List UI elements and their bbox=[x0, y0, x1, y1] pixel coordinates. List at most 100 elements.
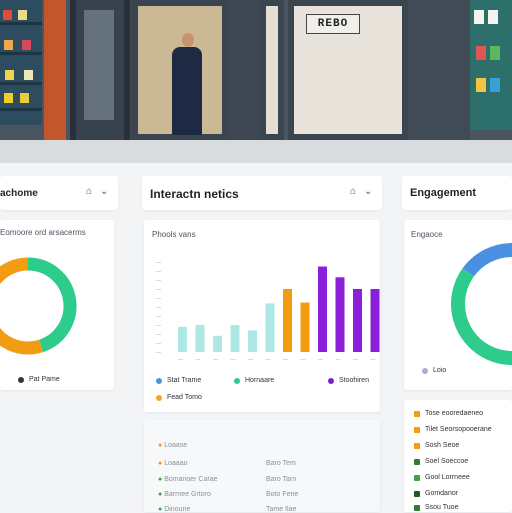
left-chart-card: Eomoore ord arsacerms Pat Pame bbox=[0, 220, 114, 390]
x-tick-label: — bbox=[196, 357, 201, 363]
list-item-label: Loaaao bbox=[164, 460, 188, 467]
bar-2[interactable] bbox=[195, 325, 205, 352]
x-tick-label: — bbox=[283, 357, 288, 363]
list-item-value: Baro Tem bbox=[266, 460, 296, 467]
y-tick-label: — bbox=[156, 278, 161, 284]
left-legend-item: Pat Pame bbox=[18, 376, 60, 383]
bar-5[interactable] bbox=[248, 330, 257, 352]
legend-swatch bbox=[156, 377, 162, 384]
x-tick-label: — bbox=[336, 357, 341, 363]
y-tick-label: — bbox=[156, 296, 161, 302]
bar-11[interactable] bbox=[353, 289, 362, 352]
list-item[interactable]: ● Bomanoer Carae bbox=[158, 476, 218, 483]
y-tick-label: — bbox=[156, 323, 161, 329]
donut-slice-orange[interactable] bbox=[0, 257, 43, 355]
center-chart-card: Phools vans — — — — — — — — — — — — — — — — — — — — — — — Stat… bbox=[144, 220, 380, 412]
storefront-photo: REBO bbox=[0, 0, 512, 163]
left-panel-title: achome bbox=[0, 188, 38, 199]
center-legend-item: Fead Tomo bbox=[156, 394, 202, 401]
legend-label: Pat Pame bbox=[29, 376, 60, 383]
legend-swatch bbox=[18, 376, 24, 383]
list-item-value: Boto Fene bbox=[266, 491, 299, 498]
right-panel-title: Engagement bbox=[410, 187, 477, 199]
person bbox=[182, 33, 194, 47]
list-item[interactable]: ● Loaase bbox=[158, 442, 187, 449]
list-item-label: Tilet Seorsopooerane bbox=[425, 426, 492, 433]
brick-column bbox=[44, 0, 66, 150]
legend-swatch bbox=[234, 377, 240, 384]
shop-sign: REBO bbox=[306, 14, 360, 34]
list-item-label: Barrnee Grtoro bbox=[164, 491, 211, 498]
y-tick-label: — bbox=[156, 332, 161, 338]
list-item[interactable]: Gool Lorrneee bbox=[414, 474, 470, 481]
list-item-label: Bomanoer Carae bbox=[164, 476, 218, 483]
list-item[interactable]: Tose eooredaeneo bbox=[414, 410, 483, 417]
right-panel-header: Engagement bbox=[402, 176, 512, 210]
center-panel-title: Interactn netics bbox=[150, 187, 239, 201]
list-item[interactable]: Ssou Tuoe bbox=[414, 504, 458, 511]
bar-4[interactable] bbox=[230, 325, 240, 352]
y-tick-label: — bbox=[156, 269, 161, 275]
y-tick-label: — bbox=[156, 305, 161, 311]
bar-9[interactable] bbox=[318, 266, 327, 353]
right-list: Tose eooredaeneo Tilet Seorsopooerane So… bbox=[404, 400, 512, 512]
list-item-label: Gomdanor bbox=[425, 490, 459, 497]
center-legend-item: Stoohiren bbox=[328, 377, 369, 384]
x-tick-label: — bbox=[301, 357, 306, 363]
list-item[interactable]: ● Loaaao bbox=[158, 460, 188, 467]
right-chart-title: Engaoce bbox=[411, 230, 443, 239]
bar-8[interactable] bbox=[300, 302, 310, 353]
legend-label: Stat Trame bbox=[167, 377, 202, 384]
legend-swatch bbox=[422, 367, 428, 374]
donut-slice-green[interactable] bbox=[27, 257, 77, 353]
x-tick-label: — bbox=[178, 357, 183, 363]
center-list: ● Loaase ● Loaaao Baro Tem ● Bomanoer Ca… bbox=[144, 420, 380, 513]
y-tick-label: — bbox=[156, 314, 161, 320]
bar-6[interactable] bbox=[265, 303, 275, 352]
bar-1[interactable] bbox=[178, 326, 187, 352]
x-tick-label: — bbox=[353, 357, 358, 363]
legend-label: Stoohiren bbox=[339, 377, 369, 384]
list-item[interactable]: ● Barrnee Grtoro bbox=[158, 491, 211, 498]
right-chart-card: Engaoce Loio bbox=[404, 220, 512, 390]
y-tick-label: — bbox=[156, 260, 161, 266]
y-tick-label: — bbox=[156, 341, 161, 347]
list-item[interactable]: Soel Soeccoe bbox=[414, 458, 468, 465]
pin-icon[interactable]: ⌂ bbox=[350, 186, 356, 197]
chevron-down-icon[interactable]: ⌄ bbox=[100, 186, 108, 197]
sidewalk bbox=[0, 140, 512, 163]
list-item[interactable]: Tilet Seorsopooerane bbox=[414, 426, 492, 433]
y-tick-label: — bbox=[156, 350, 161, 356]
x-tick-label: — bbox=[371, 357, 376, 363]
x-tick-label: — bbox=[231, 357, 236, 363]
list-item-value: Baro Tarn bbox=[266, 476, 297, 483]
list-item[interactable]: Gomdanor bbox=[414, 490, 458, 497]
x-tick-label: — bbox=[248, 357, 253, 363]
x-tick-label: — bbox=[213, 357, 218, 363]
right-legend-item: Loio bbox=[422, 367, 446, 374]
center-legend-item: Stat Trame bbox=[156, 377, 201, 384]
legend-label: Hornaare bbox=[245, 377, 275, 384]
left-donut-chart bbox=[0, 257, 77, 355]
y-tick-label: — bbox=[156, 287, 161, 293]
page-views-bar-chart: — — — — — — — — — — — — — — — — — — — — — — — bbox=[156, 260, 380, 363]
center-legend-item: Hornaare bbox=[234, 377, 274, 384]
chevron-down-icon[interactable]: ⌄ bbox=[364, 186, 372, 197]
bar-10[interactable] bbox=[335, 277, 345, 352]
bar-7[interactable] bbox=[283, 289, 292, 352]
list-item-label: Ssou Tuoe bbox=[425, 504, 459, 511]
shop-door bbox=[70, 0, 130, 150]
bar-12[interactable] bbox=[370, 289, 380, 352]
legend-swatch bbox=[156, 394, 162, 401]
donut-slice-blue[interactable] bbox=[462, 243, 512, 277]
left-panel-header: achome ⌂ ⌄ bbox=[0, 176, 118, 210]
pin-icon[interactable]: ⌂ bbox=[86, 186, 92, 197]
list-item-label: Loaase bbox=[164, 442, 188, 449]
x-tick-label: — bbox=[266, 357, 271, 363]
x-tick-label: — bbox=[318, 357, 323, 363]
legend-label: Loio bbox=[433, 367, 447, 374]
bar-3[interactable] bbox=[213, 335, 222, 352]
list-item[interactable]: Sosh Seoe bbox=[414, 442, 459, 449]
list-item-label: Tose eooredaeneo bbox=[425, 410, 483, 417]
list-item-label: Gool Lorrneee bbox=[425, 474, 470, 481]
